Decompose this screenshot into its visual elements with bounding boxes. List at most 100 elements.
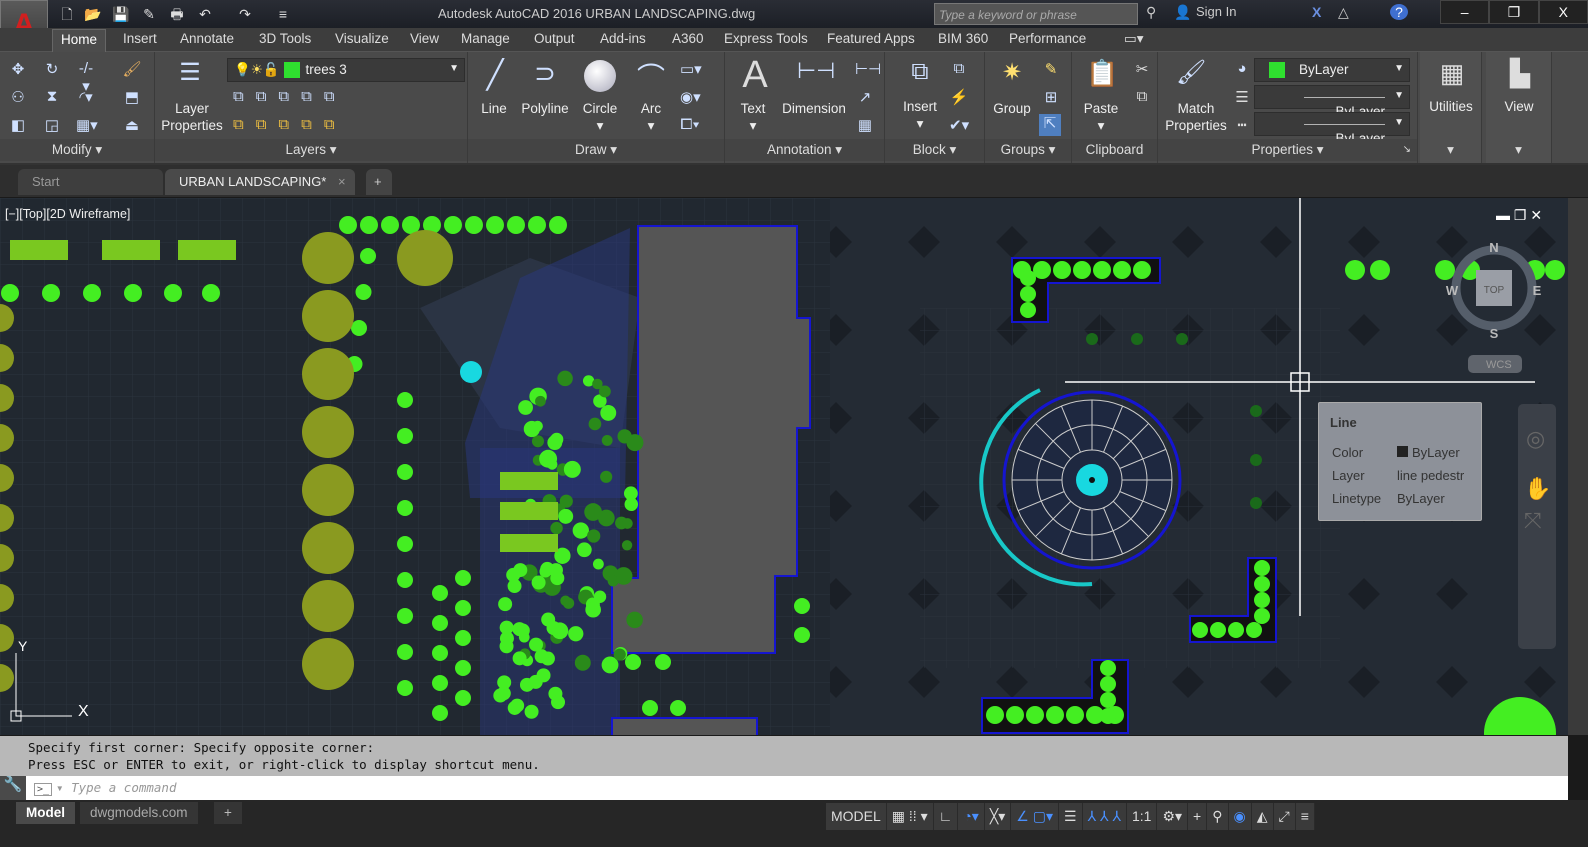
view-button[interactable]: View xyxy=(1486,98,1552,115)
sign-in-button[interactable]: Sign In xyxy=(1196,4,1236,19)
rotate-icon[interactable]: ↻ xyxy=(42,60,62,78)
new-file-icon[interactable]: 🗋 xyxy=(58,4,76,24)
move-icon[interactable]: ✥ xyxy=(8,60,28,78)
offset-icon[interactable]: ⏏ xyxy=(122,116,142,134)
tab-home[interactable]: Home xyxy=(52,29,106,52)
tab-view[interactable]: View xyxy=(410,31,439,46)
units-icon[interactable]: ⚲ xyxy=(1207,803,1228,830)
annotation-monitor-icon[interactable]: + xyxy=(1188,803,1207,830)
model-space-button[interactable]: MODEL xyxy=(826,803,887,830)
create-block-icon[interactable]: ⧉ xyxy=(949,60,969,77)
utilities-button[interactable]: Utilities xyxy=(1420,98,1482,115)
restore-button[interactable]: ❐ xyxy=(1489,0,1538,24)
tab-performance[interactable]: Performance xyxy=(1009,31,1086,46)
edit-block-icon[interactable]: ⚡ xyxy=(949,88,969,106)
tab-visualize[interactable]: Visualize xyxy=(335,31,389,46)
isodraft-icon[interactable]: ╳▾ xyxy=(985,803,1011,830)
polar-tracking-icon[interactable]: ◔▾ xyxy=(958,803,984,830)
tab-featured-apps[interactable]: Featured Apps xyxy=(827,31,915,46)
text-button[interactable]: Text ▾ xyxy=(733,100,773,134)
linetype-dropdown[interactable]: ——————ByLayer▼ xyxy=(1254,112,1410,136)
close-tab-icon[interactable]: × xyxy=(338,174,346,189)
cut-icon[interactable]: ✂ xyxy=(1132,60,1152,78)
search-input[interactable]: Type a keyword or phrase xyxy=(934,3,1138,25)
properties-panel-label[interactable]: Properties ▾ ↘ xyxy=(1158,139,1417,161)
binoculars-icon[interactable]: ⚲ xyxy=(1146,4,1156,21)
match-properties-button[interactable]: Match Properties xyxy=(1158,100,1234,134)
circle-button[interactable]: Circle ▾ xyxy=(576,100,624,134)
scale-icon[interactable]: ◲ xyxy=(42,116,62,134)
tab-output[interactable]: Output xyxy=(534,31,575,46)
tab-annotate[interactable]: Annotate xyxy=(180,31,234,46)
annotation-visibility-icon[interactable]: ⅄ ⅄ ⅄ xyxy=(1083,803,1127,830)
layer-tools-row1-icons[interactable]: ⧉⧉⧉⧉⧉ xyxy=(233,88,373,105)
tab-insert[interactable]: Insert xyxy=(123,31,157,46)
save-as-icon[interactable]: ✎ xyxy=(140,4,158,24)
group-button[interactable]: Group xyxy=(987,100,1037,117)
customization-menu-icon[interactable]: ≡ xyxy=(1296,803,1315,830)
lineweight-toggle-icon[interactable]: ☰ xyxy=(1059,803,1083,830)
clean-screen-icon[interactable]: ⤢ xyxy=(1274,803,1296,830)
tab-a360[interactable]: A360 xyxy=(672,31,704,46)
block-panel-label[interactable]: Block ▾ xyxy=(885,139,984,161)
draw-panel-label[interactable]: Draw ▾ xyxy=(468,139,724,161)
color-dropdown[interactable]: ByLayer ▼ xyxy=(1254,58,1410,82)
command-prompt-icon[interactable]: >_ xyxy=(34,783,52,796)
explode-icon[interactable]: ⬒ xyxy=(122,88,142,106)
annotation-panel-label[interactable]: Annotation ▾ xyxy=(725,139,884,161)
quick-properties-icon[interactable]: ◉ xyxy=(1229,803,1252,830)
ungroup-icon[interactable]: ✎ xyxy=(1041,60,1061,78)
dimension-button[interactable]: Dimension xyxy=(779,100,849,117)
new-layout-button[interactable]: + xyxy=(214,802,242,824)
layout-tab-dwgmodels[interactable]: dwgmodels.com xyxy=(80,802,198,824)
command-input[interactable]: >_ ▾ Type a command xyxy=(26,776,1568,800)
customize-qat-icon[interactable]: ≡ xyxy=(274,4,292,24)
modify-panel-label[interactable]: Modify ▾ xyxy=(0,139,154,161)
fillet-icon[interactable]: ◜▾ xyxy=(76,88,96,106)
tab-start[interactable]: Start xyxy=(18,169,163,195)
ortho-icon[interactable]: ∟ xyxy=(934,803,959,830)
leader-icon[interactable]: ↗ xyxy=(855,88,875,106)
layer-dropdown[interactable]: 💡☀🔓 trees 3 ▼ xyxy=(227,58,465,82)
layers-panel-label[interactable]: Layers ▾ xyxy=(155,139,467,161)
new-tab-button[interactable]: + xyxy=(366,169,392,195)
tab-express-tools[interactable]: Express Tools xyxy=(724,31,808,46)
arc-button[interactable]: Arc ▾ xyxy=(630,100,672,134)
insert-button[interactable]: Insert ▾ xyxy=(895,98,945,132)
lineweight-dropdown[interactable]: ——————ByLayer▼ xyxy=(1254,85,1410,109)
help-icon[interactable]: ? xyxy=(1390,4,1408,20)
redo-icon[interactable]: ↷ xyxy=(236,4,254,24)
rectangle-icon[interactable]: ▭▾ xyxy=(680,60,700,78)
layout-tab-model[interactable]: Model xyxy=(16,802,75,824)
hardware-acceleration-icon[interactable]: ◭ xyxy=(1252,803,1274,830)
attribute-icon[interactable]: ✔▾ xyxy=(949,116,969,134)
view-expand[interactable]: ▾ xyxy=(1486,139,1551,161)
object-snap-tracking-icon[interactable]: ∠ ▢▾ xyxy=(1011,803,1059,830)
paste-button[interactable]: Paste ▾ xyxy=(1076,100,1126,134)
grid-icon[interactable]: ▦ ⁞⁞ ▾ xyxy=(887,803,934,830)
copy-clip-icon[interactable]: ⧉ xyxy=(1132,88,1152,105)
layer-tools-row2-icons[interactable]: ⧉⧉⧉⧉⧉ xyxy=(233,116,373,133)
copy-icon[interactable]: ⚇ xyxy=(8,88,28,106)
group-edit-icon[interactable]: ⊞ xyxy=(1041,88,1061,106)
undo-icon[interactable]: ↶ xyxy=(196,4,214,24)
customize-wrench-icon[interactable]: 🔧 xyxy=(0,775,26,793)
table-icon[interactable]: ▦ xyxy=(855,116,875,134)
tab-urban-landscaping[interactable]: URBAN LANDSCAPING* × xyxy=(165,169,355,195)
mirror-icon[interactable]: ⧗ xyxy=(42,88,62,105)
utilities-expand[interactable]: ▾ xyxy=(1420,139,1481,161)
save-icon[interactable]: 💾 xyxy=(112,4,130,24)
tab-add-ins[interactable]: Add-ins xyxy=(600,31,646,46)
exchange-icon[interactable]: X xyxy=(1312,4,1321,20)
plot-icon[interactable]: 🖶 xyxy=(168,4,186,24)
close-button[interactable]: X xyxy=(1539,0,1588,24)
hatch-icon[interactable]: ◉▾ xyxy=(680,88,700,106)
minimize-button[interactable]: ‒ xyxy=(1440,0,1489,24)
view-panel[interactable]: ▙ View ▾ xyxy=(1486,52,1552,163)
line-button[interactable]: Line xyxy=(474,100,514,117)
tab-3d-tools[interactable]: 3D Tools xyxy=(259,31,311,46)
array-icon[interactable]: ▦▾ xyxy=(76,116,96,134)
polyline-button[interactable]: Polyline xyxy=(514,100,576,117)
annotation-scale[interactable]: 1:1 xyxy=(1127,803,1157,830)
tab-bim-360[interactable]: BIM 360 xyxy=(938,31,988,46)
